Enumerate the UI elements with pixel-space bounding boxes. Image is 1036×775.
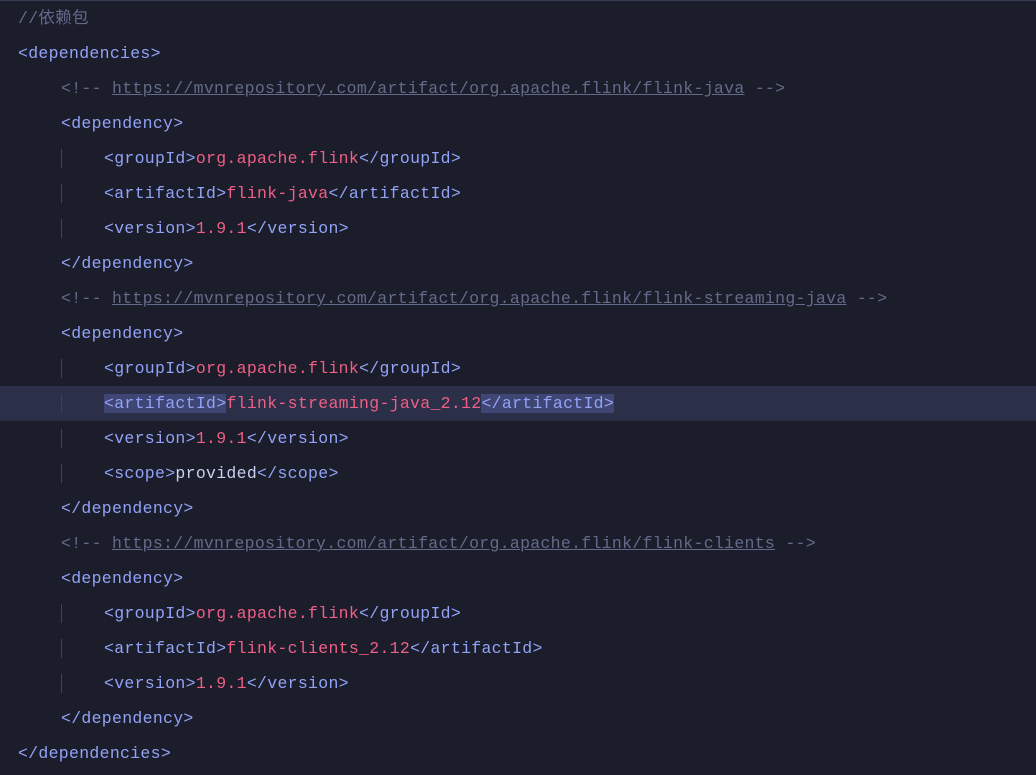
code-line: <version>1.9.1</version> [0, 666, 1036, 701]
artifactid-close: </artifactId> [481, 394, 614, 413]
groupid-close: </groupId> [359, 604, 461, 623]
version-close: </version> [247, 674, 349, 693]
version-close: </version> [247, 429, 349, 448]
comment-close: --> [847, 289, 888, 308]
groupid-value: org.apache.flink [196, 359, 359, 378]
code-line: <version>1.9.1</version> [0, 211, 1036, 246]
comment-close: --> [745, 79, 786, 98]
version-open: <version> [104, 674, 196, 693]
groupid-close: </groupId> [359, 149, 461, 168]
code-line: <groupId>org.apache.flink</groupId> [0, 141, 1036, 176]
dependency-open-tag: <dependency> [61, 569, 183, 588]
scope-close: </scope> [257, 464, 339, 483]
code-line: <artifactId>flink-java</artifactId> [0, 176, 1036, 211]
comment-open: <!-- [61, 79, 112, 98]
artifactid-close: </artifactId> [410, 639, 543, 658]
version-close: </version> [247, 219, 349, 238]
groupid-open: <groupId> [104, 359, 196, 378]
dependency-close-tag: </dependency> [61, 254, 194, 273]
code-line: <groupId>org.apache.flink</groupId> [0, 351, 1036, 386]
code-line: <dependency> [0, 106, 1036, 141]
artifactid-open: <artifactId> [104, 394, 226, 413]
groupid-value: org.apache.flink [196, 604, 359, 623]
version-value: 1.9.1 [196, 219, 247, 238]
artifactid-value: flink-streaming-java_2.12 [226, 394, 481, 413]
version-value: 1.9.1 [196, 429, 247, 448]
code-line: <artifactId>flink-clients_2.12</artifact… [0, 631, 1036, 666]
dependencies-open-tag: <dependencies> [18, 44, 161, 63]
dependency-close-tag: </dependency> [61, 499, 194, 518]
version-open: <version> [104, 429, 196, 448]
code-line: <dependency> [0, 316, 1036, 351]
code-line: </dependency> [0, 701, 1036, 736]
artifactid-open: <artifactId> [104, 639, 226, 658]
url-link: https://mvnrepository.com/artifact/org.a… [112, 289, 847, 308]
artifactid-value: flink-clients_2.12 [226, 639, 410, 658]
scope-value: provided [175, 464, 257, 483]
code-line: </dependency> [0, 491, 1036, 526]
code-line: <dependency> [0, 561, 1036, 596]
code-line: <scope>provided</scope> [0, 456, 1036, 491]
dependencies-close-tag: </dependencies> [18, 744, 171, 763]
comment-close: --> [775, 534, 816, 553]
groupid-value: org.apache.flink [196, 149, 359, 168]
scope-open: <scope> [104, 464, 175, 483]
artifactid-value: flink-java [226, 184, 328, 203]
code-line: <dependencies> [0, 36, 1036, 71]
artifactid-open: <artifactId> [104, 184, 226, 203]
artifactid-close: </artifactId> [328, 184, 461, 203]
highlighted-line: <artifactId>flink-streaming-java_2.12</a… [0, 386, 1036, 421]
code-line: </dependencies> [0, 736, 1036, 771]
comment-open: <!-- [61, 534, 112, 553]
url-link: https://mvnrepository.com/artifact/org.a… [112, 534, 775, 553]
dependency-open-tag: <dependency> [61, 114, 183, 133]
dependency-close-tag: </dependency> [61, 709, 194, 728]
code-line: <!-- https://mvnrepository.com/artifact/… [0, 71, 1036, 106]
code-line: <!-- https://mvnrepository.com/artifact/… [0, 281, 1036, 316]
comment-open: <!-- [61, 289, 112, 308]
comment-slashes: // [18, 9, 38, 28]
code-block[interactable]: //依赖包 <dependencies> <!-- https://mvnrep… [0, 0, 1036, 771]
url-link: https://mvnrepository.com/artifact/org.a… [112, 79, 745, 98]
code-line: <version>1.9.1</version> [0, 421, 1036, 456]
version-value: 1.9.1 [196, 674, 247, 693]
dependency-open-tag: <dependency> [61, 324, 183, 343]
groupid-close: </groupId> [359, 359, 461, 378]
code-line: //依赖包 [0, 1, 1036, 36]
comment-text: 依赖包 [38, 9, 88, 28]
code-line: <!-- https://mvnrepository.com/artifact/… [0, 526, 1036, 561]
version-open: <version> [104, 219, 196, 238]
groupid-open: <groupId> [104, 604, 196, 623]
code-line: <groupId>org.apache.flink</groupId> [0, 596, 1036, 631]
groupid-open: <groupId> [104, 149, 196, 168]
code-line: </dependency> [0, 246, 1036, 281]
